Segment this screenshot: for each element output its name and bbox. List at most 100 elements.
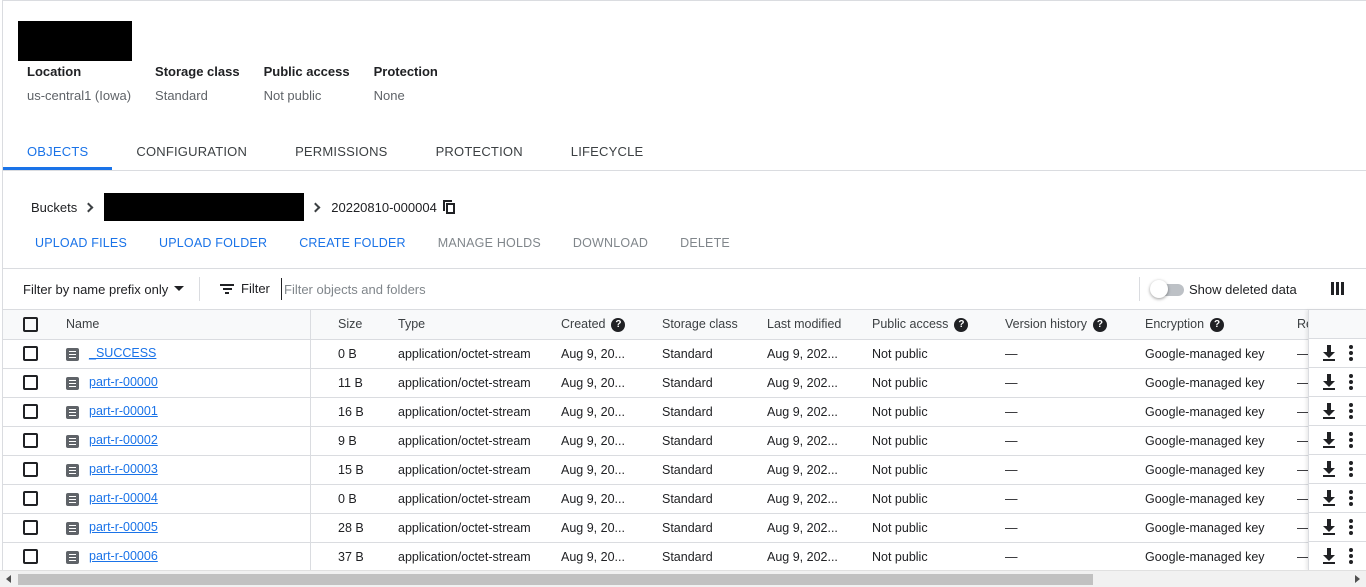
more-vert-icon[interactable] (1349, 461, 1354, 477)
row-checkbox[interactable] (23, 375, 38, 391)
upload-folder-button[interactable]: UPLOAD FOLDER (159, 236, 267, 250)
table-row[interactable]: part-r-00001 16 Bapplication/octet-stream… (3, 397, 1366, 427)
tab-lifecycle[interactable]: LIFECYCLE (547, 138, 668, 170)
cell-size: 9 B (325, 426, 384, 456)
download-icon[interactable] (1322, 345, 1336, 361)
table-row[interactable]: part-r-00004 0 Bapplication/octet-stream A… (3, 484, 1366, 514)
col-encryption[interactable]: Encryption? (1143, 310, 1297, 340)
delete-button[interactable]: DELETE (680, 236, 730, 250)
col-created[interactable]: Created? (559, 310, 660, 340)
scroll-right-icon[interactable] (1355, 575, 1360, 583)
tab-protection[interactable]: PROTECTION (412, 138, 547, 170)
object-name-link[interactable]: part-r-00002 (89, 433, 158, 447)
file-icon (66, 405, 79, 419)
col-storage-class[interactable]: Storage class (660, 310, 765, 340)
cell-type: application/octet-stream (384, 339, 559, 369)
file-icon (66, 434, 79, 448)
more-vert-icon[interactable] (1349, 374, 1354, 390)
more-vert-icon[interactable] (1349, 519, 1354, 535)
row-select-cell (3, 426, 48, 456)
col-type[interactable]: Type (384, 310, 559, 340)
download-icon[interactable] (1322, 403, 1336, 419)
cell-name[interactable]: part-r-00001 (48, 397, 325, 427)
row-checkbox[interactable] (23, 433, 38, 449)
object-name-link[interactable]: part-r-00004 (89, 491, 158, 505)
tab-configuration[interactable]: CONFIGURATION (112, 138, 271, 170)
row-checkbox[interactable] (23, 549, 38, 565)
breadcrumb-buckets[interactable]: Buckets (31, 200, 77, 215)
cell-public-access: Not public (870, 426, 1003, 456)
download-icon[interactable] (1322, 461, 1336, 477)
col-public-access[interactable]: Public access? (870, 310, 1003, 340)
help-icon[interactable]: ? (1092, 317, 1107, 332)
more-vert-icon[interactable] (1349, 548, 1354, 564)
download-icon[interactable] (1322, 374, 1336, 390)
download-button[interactable]: DOWNLOAD (573, 236, 648, 250)
cell-name[interactable]: part-r-00003 (48, 455, 325, 485)
cell-size: 0 B (325, 339, 384, 369)
object-name-link[interactable]: part-r-00000 (89, 375, 158, 389)
show-deleted-toggle[interactable] (1150, 280, 1184, 298)
cell-version-history: — (1003, 484, 1143, 514)
filter-button[interactable]: Filter (220, 281, 270, 296)
prefix-filter-label: Filter by name prefix only (23, 282, 169, 297)
row-checkbox[interactable] (23, 520, 38, 536)
help-icon[interactable]: ? (611, 317, 626, 332)
cell-name[interactable]: part-r-00000 (48, 368, 325, 398)
cell-name[interactable]: part-r-00006 (48, 542, 325, 572)
table-row[interactable]: part-r-00006 37 Bapplication/octet-stream… (3, 542, 1366, 572)
table-row[interactable]: part-r-00003 15 Bapplication/octet-stream… (3, 455, 1366, 485)
col-name[interactable]: Name (48, 310, 325, 340)
horizontal-scrollbar[interactable] (0, 570, 1366, 587)
object-name-link[interactable]: part-r-00006 (89, 549, 158, 563)
manage-holds-button[interactable]: MANAGE HOLDS (438, 236, 541, 250)
meta-protection: Protection None (374, 64, 438, 103)
cell-name[interactable]: part-r-00004 (48, 484, 325, 514)
help-icon[interactable]: ? (1210, 317, 1225, 332)
cell-name[interactable]: part-r-00002 (48, 426, 325, 456)
object-name-link[interactable]: part-r-00003 (89, 462, 158, 476)
row-checkbox[interactable] (23, 462, 38, 478)
col-last-modified[interactable]: Last modified (765, 310, 870, 340)
object-name-link[interactable]: part-r-00005 (89, 520, 158, 534)
download-icon[interactable] (1322, 519, 1336, 535)
table-row[interactable]: part-r-00005 28 Bapplication/octet-stream… (3, 513, 1366, 543)
download-icon[interactable] (1322, 490, 1336, 506)
tab-objects[interactable]: OBJECTS (3, 138, 113, 170)
table-row[interactable]: part-r-00002 9 Bapplication/octet-stream A… (3, 426, 1366, 456)
col-size[interactable]: Size (325, 310, 384, 340)
more-vert-icon[interactable] (1349, 432, 1354, 448)
table-row[interactable]: part-r-00000 11 Bapplication/octet-stream… (3, 368, 1366, 398)
help-icon[interactable]: ? (954, 317, 969, 332)
upload-files-button[interactable]: UPLOAD FILES (35, 236, 127, 250)
cell-name[interactable]: _SUCCESS (48, 339, 325, 369)
more-vert-icon[interactable] (1349, 403, 1354, 419)
columns-icon[interactable] (1331, 282, 1344, 295)
row-checkbox[interactable] (23, 404, 38, 420)
tab-permissions[interactable]: PERMISSIONS (271, 138, 412, 170)
select-all-checkbox[interactable] (23, 316, 38, 332)
redacted-bucket-crumb[interactable] (104, 193, 305, 221)
copy-icon[interactable] (442, 200, 455, 214)
scrollbar-thumb[interactable] (18, 574, 1093, 585)
bucket-metadata: Location us-central1 (Iowa) Storage clas… (27, 64, 462, 103)
prefix-filter-dropdown[interactable]: Filter by name prefix only (23, 282, 185, 297)
caret-down-icon (174, 286, 185, 292)
create-folder-button[interactable]: CREATE FOLDER (299, 236, 406, 250)
cell-version-history: — (1003, 513, 1143, 543)
cell-public-access: Not public (870, 513, 1003, 543)
more-vert-icon[interactable] (1349, 490, 1354, 506)
table-row[interactable]: _SUCCESS 0 Bapplication/octet-stream Aug 9… (3, 339, 1366, 369)
scroll-left-icon[interactable] (6, 575, 11, 583)
cell-name[interactable]: part-r-00005 (48, 513, 325, 543)
object-name-link[interactable]: _SUCCESS (89, 346, 156, 360)
filter-input[interactable] (281, 278, 681, 300)
col-version-history[interactable]: Version history? (1003, 310, 1143, 340)
object-name-link[interactable]: part-r-00001 (89, 404, 158, 418)
more-vert-icon[interactable] (1349, 345, 1354, 361)
download-icon[interactable] (1322, 432, 1336, 448)
cell-type: application/octet-stream (384, 484, 559, 514)
download-icon[interactable] (1322, 548, 1336, 564)
row-checkbox[interactable] (23, 346, 38, 362)
row-checkbox[interactable] (23, 491, 38, 507)
